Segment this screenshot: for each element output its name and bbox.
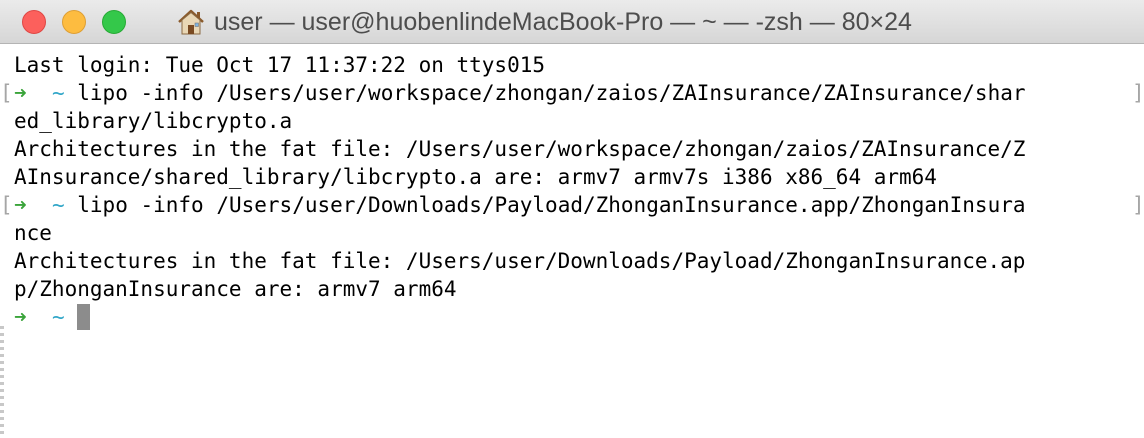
- left-edge-marker: [0, 326, 4, 438]
- active-prompt-line[interactable]: ➜ ~: [14, 303, 91, 331]
- terminal-content[interactable]: Last login: Tue Oct 17 11:37:22 on ttys0…: [0, 44, 1144, 438]
- output-line: nce: [14, 221, 52, 245]
- minimize-button[interactable]: [62, 10, 86, 34]
- output-line: p/ZhonganInsurance are: armv7 arm64: [14, 277, 457, 301]
- output-line: Architectures in the fat file: /Users/us…: [14, 137, 1026, 161]
- terminal-window: user — user@huobenlindeMacBook-Pro — ~ —…: [0, 0, 1144, 438]
- mark-close: ]: [1132, 193, 1144, 217]
- prompt-arrow-icon: ➜: [14, 81, 27, 105]
- prompt-dir: ~: [51, 81, 65, 105]
- window-title: user — user@huobenlindeMacBook-Pro — ~ —…: [214, 7, 912, 36]
- mark-open: [: [0, 193, 13, 217]
- output-line: AInsurance/shared_library/libcrypto.a ar…: [14, 165, 937, 189]
- prompt-arrow-icon: ➜: [14, 305, 27, 329]
- text-cursor: [77, 304, 91, 330]
- home-icon: [176, 8, 206, 36]
- command-text: lipo -info /Users/user/Downloads/Payload…: [77, 193, 1026, 217]
- title-bar[interactable]: user — user@huobenlindeMacBook-Pro — ~ —…: [0, 0, 1144, 44]
- prompt-arrow-icon: ➜: [14, 193, 27, 217]
- output-line: ed_library/libcrypto.a: [14, 109, 293, 133]
- mark-close: ]: [1132, 81, 1144, 105]
- prompt-dir: ~: [51, 193, 65, 217]
- command-text: lipo -info /Users/user/workspace/zhongan…: [77, 81, 1026, 105]
- prompt-dir: ~: [51, 305, 65, 329]
- window-title-group: user — user@huobenlindeMacBook-Pro — ~ —…: [176, 8, 912, 36]
- zoom-button[interactable]: [102, 10, 126, 34]
- login-line: Last login: Tue Oct 17 11:37:22 on ttys0…: [14, 53, 546, 77]
- command-line: ➜ ~ lipo -info /Users/user/workspace/zho…: [14, 79, 1026, 107]
- output-line: Architectures in the fat file: /Users/us…: [14, 249, 1026, 273]
- close-button[interactable]: [22, 10, 46, 34]
- command-line: ➜ ~ lipo -info /Users/user/Downloads/Pay…: [14, 191, 1026, 219]
- mark-open: [: [0, 81, 13, 105]
